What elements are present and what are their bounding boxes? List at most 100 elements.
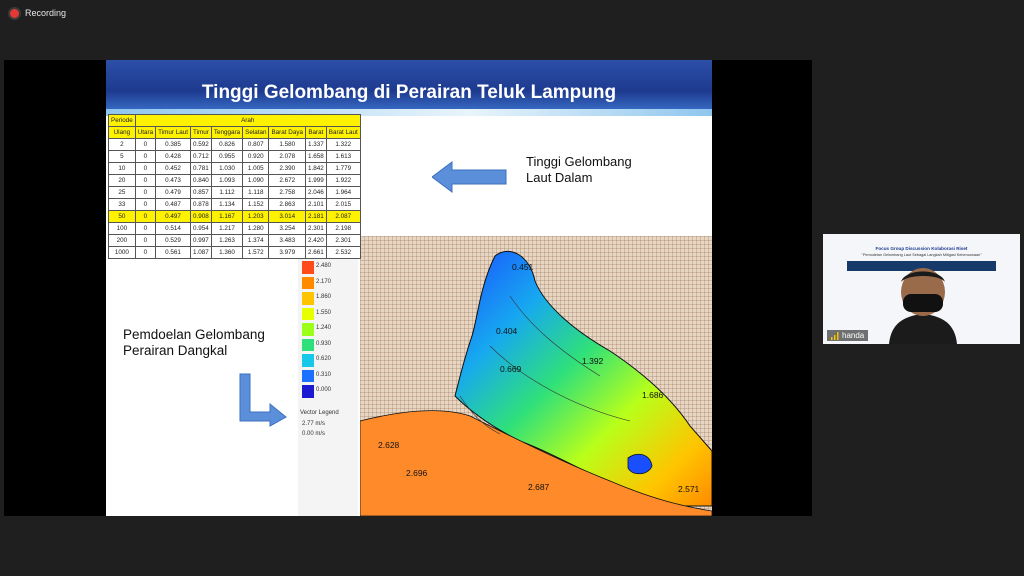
legend-value: 0.930	[316, 340, 332, 347]
table-cell: 1.280	[242, 222, 270, 235]
table-cell: 1.167	[210, 210, 244, 223]
table-cell: 5	[108, 150, 136, 163]
table-row: 25 0 0.479 0.857 1.112 1.118 2.758 2.046 1.964	[108, 186, 361, 199]
table-row: 10 0 0.452 0.781 1.030 1.005 2.390 1.842 1.779	[108, 162, 361, 175]
table-cell: 0.840	[190, 174, 212, 187]
table-cell: 2.198	[325, 222, 361, 235]
header-direction: Barat Daya	[268, 126, 306, 139]
header-direction: Tenggara	[210, 126, 244, 139]
deep-water-label: Tinggi Gelombang Laut Dalam	[526, 154, 632, 186]
background-title: Focus Group Discussion Kolaborasi Riset	[875, 246, 968, 251]
map-label: 0.451	[512, 262, 534, 272]
table-cell: 1.842	[304, 162, 327, 175]
table-cell: 2.532	[325, 246, 361, 259]
background-subtitle: "Pemodelan Gelombang Laut Sebagai Langka…	[861, 253, 982, 257]
table-cell: 0.878	[190, 198, 212, 211]
table-cell: 0.497	[155, 210, 191, 223]
table-cell: 1.087	[190, 246, 212, 259]
legend-swatch	[302, 354, 314, 367]
table-cell: 1.203	[242, 210, 270, 223]
deep-water-label-line2: Laut Dalam	[526, 170, 593, 185]
header-arah: Arah	[134, 114, 361, 127]
signal-icon	[831, 331, 839, 340]
table-cell: 0.920	[242, 150, 270, 163]
header-direction: Selatan	[242, 126, 270, 139]
table-cell: 1.613	[325, 150, 361, 163]
table-row: 200 0 0.529 0.997 1.263 1.374 3.483 2.420 2.301	[108, 234, 361, 247]
table-cell: 1.090	[242, 174, 270, 187]
table-cell: 1.005	[242, 162, 270, 175]
legend-value: 1.550	[316, 309, 332, 316]
legend-swatch	[302, 323, 314, 336]
legend-swatch	[302, 385, 314, 398]
recording-indicator: Recording	[10, 8, 66, 18]
table-cell: 2.420	[304, 234, 327, 247]
map-label: 2.696	[406, 468, 428, 478]
table-cell: 0.857	[190, 186, 212, 199]
table-cell: 2	[108, 138, 136, 151]
table-cell: 20	[108, 174, 136, 187]
table-cell: 2.078	[268, 150, 306, 163]
table-cell: 0	[134, 234, 157, 247]
map-label: 2.687	[528, 482, 550, 492]
table-row: 5 0 0.428 0.712 0.955 0.920 2.078 1.658 1.613	[108, 150, 361, 163]
header-periode: Periode	[108, 114, 136, 127]
table-cell: 0.807	[242, 138, 270, 151]
participant-video-tile[interactable]: Focus Group Discussion Kolaborasi Riset …	[823, 234, 1020, 344]
table-cell: 1.964	[325, 186, 361, 199]
table-cell: 3.254	[268, 222, 306, 235]
legend-value: 1.860	[316, 294, 332, 300]
table-cell: 1.580	[268, 138, 306, 151]
table-cell: 1.572	[242, 246, 270, 259]
table-cell: 2.181	[304, 210, 327, 223]
table-cell: 50	[108, 210, 136, 223]
record-icon	[10, 8, 19, 18]
header-direction: Utara	[134, 126, 157, 139]
table-row: 50 0 0.497 0.908 1.167 1.203 3.014 2.181 2.087	[108, 210, 361, 223]
table-cell: 1.779	[325, 162, 361, 175]
table-cell: 2.672	[268, 174, 306, 187]
table-cell: 1.134	[210, 198, 244, 211]
table-cell: 0.592	[190, 138, 212, 151]
header-direction: Barat Laut	[325, 126, 361, 139]
map-label: 1.392	[582, 356, 604, 366]
table-cell: 1.030	[210, 162, 244, 175]
table-cell: 0.955	[210, 150, 244, 163]
table-cell: 1.999	[304, 174, 327, 187]
deep-water-label-line1: Tinggi Gelombang	[526, 154, 632, 169]
down-right-arrow-icon	[239, 373, 287, 427]
participant-name: handa	[842, 331, 865, 340]
table-cell: 3.014	[268, 210, 306, 223]
table-row: 1000 0 0.561 1.087 1.360 1.572 3.979 2.661 2.532	[108, 246, 361, 259]
legend-value: 2.480	[316, 263, 332, 269]
table-cell: 0.479	[155, 186, 191, 199]
table-cell: 3.483	[268, 234, 306, 247]
table-cell: 10	[108, 162, 136, 175]
table-cell: 1000	[108, 246, 136, 259]
table-cell: 1.217	[210, 222, 244, 235]
map-label: 1.686	[642, 390, 664, 400]
table-cell: 0.428	[155, 150, 191, 163]
table-cell: 0	[134, 198, 157, 211]
table-cell: 1.658	[304, 150, 327, 163]
header-direction: Timur Laut	[155, 126, 191, 139]
participant-avatar	[889, 268, 957, 344]
table-cell: 0.487	[155, 198, 191, 211]
table-cell: 2.087	[325, 210, 361, 223]
table-cell: 1.922	[325, 174, 361, 187]
legend-swatch	[302, 307, 314, 321]
shallow-water-label-line1: Pemdoelan Gelombang	[123, 327, 265, 342]
slide-title: Tinggi Gelombang di Perairan Teluk Lampu…	[201, 82, 617, 103]
participant-name-tag: handa	[827, 330, 869, 341]
table-cell: 200	[108, 234, 136, 247]
table-cell: 0	[134, 246, 157, 259]
table-row: 100 0 0.514 0.954 1.217 1.280 3.254 2.301 2.198	[108, 222, 361, 235]
color-legend: Vector Legend 2.77 m/s 0.00 m/s 3.1002.7…	[298, 228, 358, 516]
left-arrow-icon	[432, 161, 507, 193]
table-cell: 0.529	[155, 234, 191, 247]
table-cell: 0.452	[155, 162, 191, 175]
table-cell: 1.337	[304, 138, 327, 151]
header-direction: Barat	[304, 126, 327, 139]
header-ulang: Ulang	[108, 126, 136, 139]
legend-swatch	[302, 292, 314, 305]
